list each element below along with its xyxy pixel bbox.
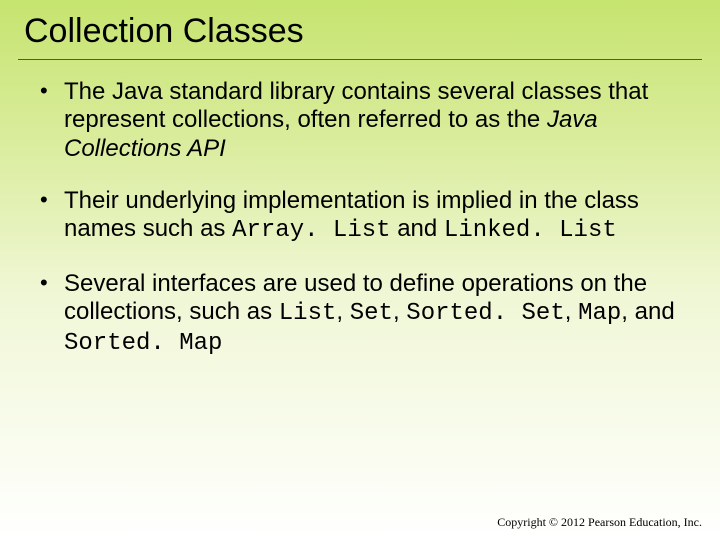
code-text: Set <box>350 300 393 327</box>
bullet-text: , and <box>621 298 674 325</box>
bullet-item: The Java standard library contains sever… <box>40 78 692 163</box>
title-divider <box>18 59 702 60</box>
code-text: Sorted. Set <box>406 300 564 327</box>
code-text: Array. List <box>232 217 390 244</box>
code-text: Sorted. Map <box>64 330 222 357</box>
code-text: Linked. List <box>444 217 617 244</box>
copyright-footer: Copyright © 2012 Pearson Education, Inc. <box>497 515 702 530</box>
bullet-text: , <box>336 298 349 325</box>
bullet-list: The Java standard library contains sever… <box>0 78 720 359</box>
bullet-item: Their underlying implementation is impli… <box>40 187 692 246</box>
slide-title: Collection Classes <box>0 12 720 57</box>
bullet-text: , <box>565 298 578 325</box>
bullet-text: and <box>391 215 444 242</box>
bullet-item: Several interfaces are used to define op… <box>40 270 692 359</box>
code-text: Map <box>578 300 621 327</box>
bullet-text: , <box>393 298 406 325</box>
slide: Collection Classes The Java standard lib… <box>0 0 720 540</box>
code-text: List <box>279 300 337 327</box>
